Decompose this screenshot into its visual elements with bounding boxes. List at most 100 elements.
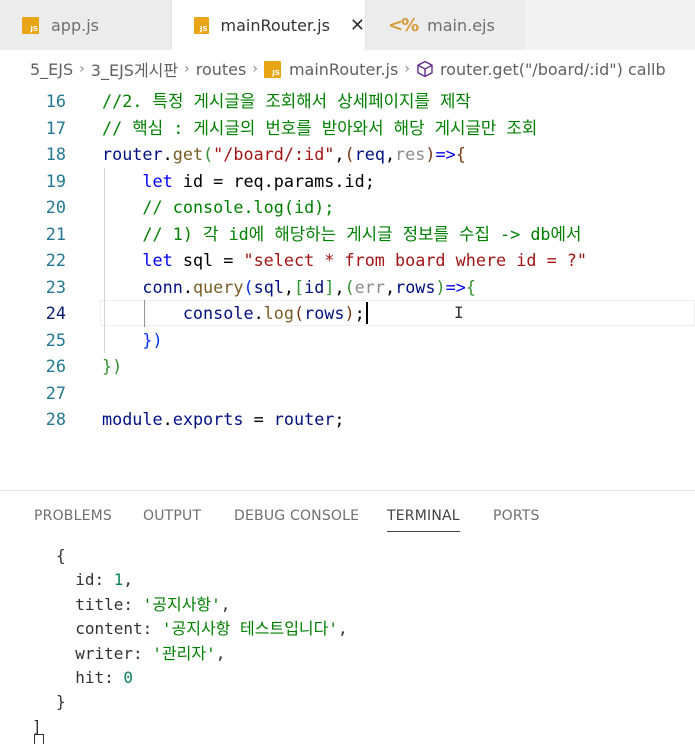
code-line[interactable]: 23 conn.query(sql,[id],(err,rows)=>{ xyxy=(0,274,695,301)
terminal-token: , xyxy=(123,570,133,590)
code-token: , xyxy=(334,144,345,164)
terminal-output[interactable]: {id: 1, title: '공지사항', content: '공지사항 테스트입… xyxy=(0,540,695,744)
line-number: 24 xyxy=(45,303,66,323)
code-line[interactable]: 28 module.exports = router; xyxy=(0,406,695,433)
terminal-token: { xyxy=(56,546,66,565)
code-line[interactable]: 19 let id = req.params.id; xyxy=(0,168,695,195)
code-token: , xyxy=(384,144,396,164)
tab-label: mainRouter.js xyxy=(220,15,330,35)
code-token: exports xyxy=(172,409,244,429)
breadcrumb-item[interactable]: 3_EJS게시판 xyxy=(91,57,178,81)
tab-main-ejs[interactable]: <% main.ejs xyxy=(365,0,525,50)
panel-tab-ports[interactable]: PORTS xyxy=(493,508,540,524)
panel-tab-debug-console[interactable]: DEBUG CONSOLE xyxy=(234,508,359,524)
terminal-token: '공지사항' xyxy=(142,594,221,614)
breadcrumb-item[interactable]: routes xyxy=(196,60,247,79)
editor-tab-bar: JS app.js JS mainRouter.js ✕ <% main.ejs xyxy=(0,0,695,50)
line-number: 18 xyxy=(45,144,66,164)
code-text: }) xyxy=(102,327,162,354)
code-token: { xyxy=(465,276,476,297)
code-token: log xyxy=(263,303,294,323)
chevron-right-icon: › xyxy=(79,61,85,77)
terminal-token: id: xyxy=(75,570,114,590)
code-text: // 핵심 : 게시글의 번호를 받아와서 해당 게시글만 조회 xyxy=(102,115,537,142)
terminal-line: writer: '관리자', xyxy=(75,642,225,666)
panel-tab-problems[interactable]: PROBLEMS xyxy=(34,508,112,524)
code-token: "select * from board where id = ?" xyxy=(243,250,587,270)
code-token: , xyxy=(283,276,295,297)
code-token: ( xyxy=(203,144,214,164)
code-token: ( xyxy=(344,276,355,297)
tab-app-js[interactable]: JS app.js xyxy=(0,0,172,50)
code-token: let xyxy=(142,250,173,270)
line-number: 26 xyxy=(45,356,66,376)
code-token: let xyxy=(142,170,173,191)
code-token: ; xyxy=(354,303,365,323)
code-token: //2. 특정 게시글을 조회해서 상세페이지를 제작 xyxy=(102,91,471,111)
code-token: => xyxy=(445,276,466,297)
code-token: query xyxy=(192,276,244,297)
code-token: . xyxy=(162,144,173,164)
tab-bar-empty xyxy=(525,0,695,50)
line-number: 28 xyxy=(45,409,66,429)
tab-label: main.ejs xyxy=(427,15,495,35)
code-token: router xyxy=(273,409,335,429)
code-line[interactable]: 25 }) xyxy=(0,327,695,354)
code-token: sql = xyxy=(172,250,244,270)
code-token: module xyxy=(102,409,163,429)
terminal-token: , xyxy=(338,619,348,639)
code-token: // 핵심 : 게시글의 번호를 받아와서 해당 게시글만 조회 xyxy=(102,117,538,138)
code-token: rows xyxy=(304,303,345,323)
terminal-line: } xyxy=(56,690,66,714)
breadcrumb: 5_EJS › 3_EJS게시판 › routes › JS mainRoute… xyxy=(0,50,695,88)
line-number: 23 xyxy=(45,276,66,297)
code-token: "/board/:id" xyxy=(213,144,335,164)
code-line[interactable]: 24 console.log(rows); xyxy=(0,300,695,327)
code-token: err xyxy=(354,276,385,297)
terminal-token: 0 xyxy=(123,668,133,687)
line-number: 19 xyxy=(45,170,66,191)
line-number: 16 xyxy=(45,91,66,111)
breadcrumb-item[interactable]: mainRouter.js xyxy=(289,60,398,79)
panel-tab-terminal[interactable]: TERMINAL xyxy=(387,508,460,532)
terminal-line: hit: 0 xyxy=(75,666,133,690)
close-icon[interactable]: ✕ xyxy=(350,15,365,36)
code-line[interactable]: 26}) xyxy=(0,353,695,380)
code-text: // console.log(id); xyxy=(102,194,334,221)
panel-tab-output[interactable]: OUTPUT xyxy=(143,508,201,524)
code-token: => xyxy=(435,144,456,164)
terminal-token: , xyxy=(215,643,226,663)
breadcrumb-item[interactable]: 5_EJS xyxy=(30,60,73,79)
panel-tab-bar: PROBLEMS OUTPUT DEBUG CONSOLE TERMINAL PORTS xyxy=(0,500,695,534)
code-line[interactable]: 22 let sql = "select * from board where … xyxy=(0,247,695,274)
code-line[interactable]: 18 router.get("/board/:id",(req,res)=>{ xyxy=(0,141,695,168)
terminal-token: '관리자' xyxy=(152,643,216,663)
breadcrumb-item[interactable]: router.get("/board/:id") callb xyxy=(440,60,666,79)
code-token: . xyxy=(253,303,264,323)
terminal-token: ] xyxy=(32,716,42,736)
code-token: ; xyxy=(334,409,345,429)
code-token: id = req.params.id; xyxy=(172,170,375,191)
code-token: = xyxy=(243,409,274,429)
code-line[interactable]: 17 // 핵심 : 게시글의 번호를 받아와서 해당 게시글만 조회 xyxy=(0,115,695,142)
code-line[interactable]: 20 // console.log(id); xyxy=(0,194,695,221)
code-editor[interactable]: 16 //2. 특정 게시글을 조회해서 상세페이지를 제작 17 // 핵심 : 게… xyxy=(0,88,695,488)
code-line[interactable]: 27 xyxy=(0,380,695,407)
code-token: ( xyxy=(344,144,355,164)
code-text: module.exports = router; xyxy=(102,406,345,433)
code-token: }) xyxy=(102,356,123,376)
line-number: 22 xyxy=(45,250,66,270)
code-line[interactable]: 21 // 1) 각 id에 해당하는 게시글 정보를 수집 -> db에서 xyxy=(0,221,695,248)
text-cursor xyxy=(366,302,368,324)
terminal-token: content: xyxy=(75,619,162,639)
tab-mainrouter-js[interactable]: JS mainRouter.js ✕ xyxy=(172,0,365,50)
code-text: // 1) 각 id에 해당하는 게시글 정보를 수집 -> db에서 xyxy=(102,221,581,248)
terminal-line: { xyxy=(56,544,66,568)
mouse-ibeam-icon: I xyxy=(454,303,464,322)
code-line[interactable]: 16 //2. 특정 게시글을 조회해서 상세페이지를 제작 xyxy=(0,88,695,115)
code-text: }) xyxy=(102,353,122,380)
